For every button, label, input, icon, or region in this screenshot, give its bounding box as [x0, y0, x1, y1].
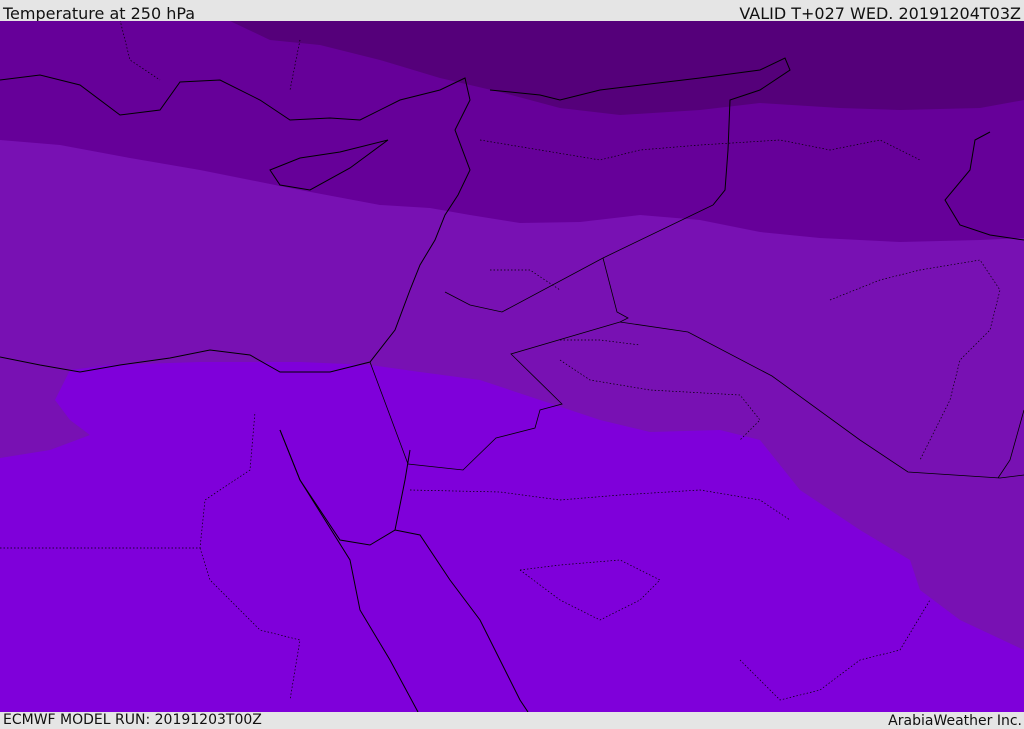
temperature-map: [0, 21, 1024, 712]
credit: ArabiaWeather Inc.: [888, 713, 1022, 729]
header-bar: Temperature at 250 hPa VALID T+027 WED. …: [0, 0, 1024, 23]
footer-bar: ECMWF MODEL RUN: 20191203T00Z ArabiaWeat…: [0, 712, 1024, 729]
model-run: ECMWF MODEL RUN: 20191203T00Z: [3, 712, 262, 728]
